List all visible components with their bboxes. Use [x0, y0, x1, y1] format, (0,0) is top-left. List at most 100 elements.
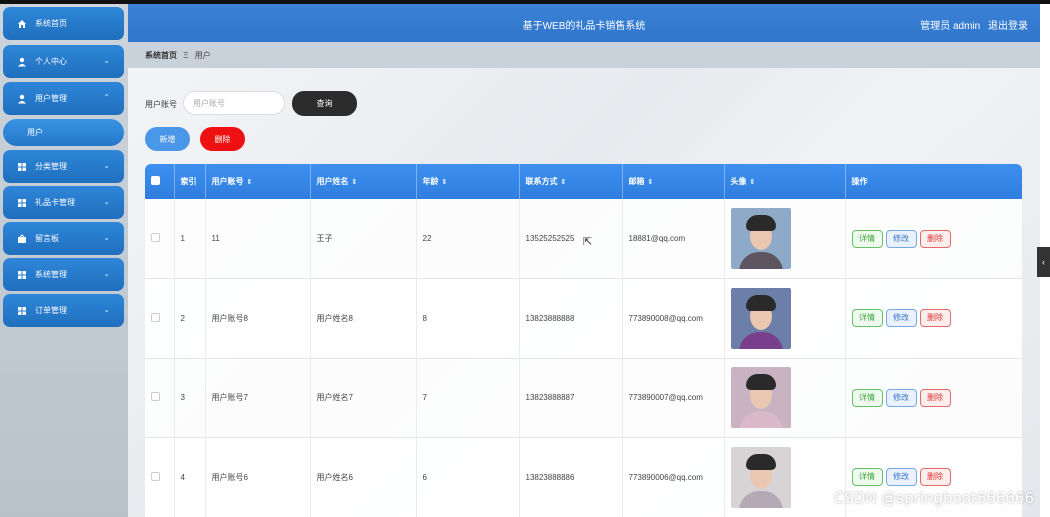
avatar-hair [745, 294, 776, 311]
cell-avatar [724, 437, 846, 517]
edit-button[interactable]: 修改 [885, 229, 917, 248]
cell-age: 22 [416, 199, 520, 279]
table-header-row: 索引 用户账号 ⇕ 用户姓名 ⇕ 年龄 ⇕ 联系方式 ⇕ 邮箱 ⇕ 头像 ⇕ 操作 [145, 164, 1022, 199]
cell-phone: 13823888887 [519, 358, 623, 438]
sidebar-item-orders[interactable]: 订单管理 ⌄ [3, 294, 124, 327]
logout-link[interactable]: 退出登录 [988, 21, 1028, 32]
breadcrumb-current: 用户 [194, 51, 211, 60]
user-icon [17, 94, 27, 104]
breadcrumb-home[interactable]: 系统首页 [145, 51, 177, 60]
cell-index: 4 [174, 437, 206, 517]
sort-icon[interactable]: ⇕ [750, 179, 756, 186]
sidebar-item-messageboard[interactable]: 留言板 ⌄ [3, 222, 124, 255]
cell-email: 773890008@qq.com [622, 278, 725, 358]
row-delete-button[interactable]: 删除 [919, 468, 951, 487]
home-icon [17, 19, 27, 29]
select-all-cell[interactable] [145, 164, 175, 199]
cell-account: 用户账号7 [205, 358, 311, 438]
cell-phone: 13823888888 [519, 278, 623, 358]
cell-phone: 13823888886 [519, 437, 623, 517]
main-content: 用户账号 查询 新增 删除 索引 用户账号⇕ 用户姓名⇕ 年龄⇕ 联系方式⇕ 邮… [128, 68, 1040, 517]
avatar-body [738, 411, 783, 429]
cell-account: 11 [205, 199, 311, 279]
app-frame: 系统首页 个人中心 ⌄ 用户管理 ⌃ 用户 分类管理 ⌄ 礼品卡管理 ⌄ 留言板… [0, 4, 1040, 517]
detail-button[interactable]: 详情 [851, 388, 883, 407]
sort-icon[interactable]: ⇕ [648, 179, 654, 186]
detail-button[interactable]: 详情 [851, 468, 883, 487]
row-select-cell[interactable] [145, 358, 175, 438]
chevron-down-icon: ⌄ [103, 56, 110, 65]
sort-icon[interactable]: ⇕ [442, 179, 448, 186]
sidebar-item-label: 系统首页 [35, 19, 67, 28]
sidebar-item-label: 订单管理 [35, 306, 67, 315]
chevron-down-icon: ⌄ [103, 197, 110, 206]
cell-email: 773890007@qq.com [622, 358, 725, 438]
cell-age: 7 [416, 358, 520, 438]
edit-button[interactable]: 修改 [885, 468, 917, 487]
breadcrumb-separator: Ξ [183, 51, 189, 60]
avatar [730, 367, 791, 429]
sidebar-subitem-user[interactable]: 用户 [3, 119, 124, 146]
avatar [730, 446, 791, 508]
sort-icon[interactable]: ⇕ [352, 179, 358, 186]
edit-button[interactable]: 修改 [885, 388, 917, 407]
row-select-cell[interactable] [145, 437, 175, 517]
cell-operations: 详情 修改 删除 [845, 358, 1022, 438]
cell-age: 8 [416, 278, 520, 358]
chevron-down-icon: ⌄ [103, 305, 110, 314]
column-header: 索引 [174, 164, 206, 199]
column-header[interactable]: 头像 ⇕ [724, 164, 846, 199]
row-checkbox[interactable] [151, 392, 160, 402]
cell-name: 王子 [310, 199, 417, 279]
chevron-down-icon: ⌄ [103, 161, 110, 170]
detail-button[interactable]: 详情 [851, 309, 883, 328]
board-icon [17, 233, 27, 244]
sidebar-item-profile[interactable]: 个人中心 ⌄ [3, 45, 124, 78]
column-header[interactable]: 联系方式 ⇕ [519, 164, 623, 199]
cell-avatar [724, 199, 846, 279]
sort-icon[interactable]: ⇕ [561, 179, 567, 186]
cell-name: 用户姓名6 [310, 437, 417, 517]
column-header[interactable]: 年龄 ⇕ [416, 164, 520, 199]
search-input[interactable] [183, 91, 285, 115]
cell-avatar [724, 278, 846, 358]
cell-phone: 13525252525 [519, 199, 623, 279]
column-header[interactable]: 用户账号 ⇕ [205, 164, 311, 199]
row-checkbox[interactable] [151, 471, 160, 481]
cell-index: 1 [174, 199, 206, 279]
sidebar-subitem-label: 用户 [27, 128, 43, 137]
query-button[interactable]: 查询 [292, 91, 357, 116]
detail-button[interactable]: 详情 [851, 229, 883, 248]
column-header: 操作 [851, 177, 868, 186]
row-delete-button[interactable]: 删除 [919, 229, 951, 248]
search-label: 用户账号 [145, 100, 177, 109]
column-header[interactable]: 用户姓名 ⇕ [310, 164, 417, 199]
sidebar-item-users[interactable]: 用户管理 ⌃ [3, 82, 124, 115]
column-header[interactable]: 邮箱 ⇕ [622, 164, 725, 199]
app-title: 基于WEB的礼品卡销售系统 [522, 21, 646, 32]
row-delete-button[interactable]: 删除 [919, 388, 951, 407]
sidebar-item-label: 用户管理 [35, 94, 67, 103]
breadcrumb: 系统首页 Ξ 用户 [128, 42, 1040, 68]
sort-icon[interactable]: ⇕ [247, 179, 253, 186]
chevron-down-icon: ⌄ [103, 233, 110, 242]
sidebar-item-home[interactable]: 系统首页 [3, 7, 124, 40]
chevron-down-icon: ⌄ [103, 269, 110, 278]
add-button[interactable]: 新增 [145, 127, 190, 151]
row-select-cell[interactable] [145, 278, 175, 358]
row-delete-button[interactable]: 删除 [919, 309, 951, 328]
row-checkbox[interactable] [151, 233, 160, 242]
edit-button[interactable]: 修改 [885, 309, 917, 328]
sidebar: 系统首页 个人中心 ⌄ 用户管理 ⌃ 用户 分类管理 ⌄ 礼品卡管理 ⌄ 留言板… [0, 4, 128, 517]
sidebar-item-category[interactable]: 分类管理 ⌄ [3, 150, 124, 183]
delete-button[interactable]: 删除 [200, 127, 245, 151]
row-select-cell[interactable] [145, 199, 175, 279]
grid-icon [17, 162, 27, 172]
select-all-checkbox[interactable] [151, 176, 160, 185]
row-checkbox[interactable] [151, 312, 160, 322]
watermark: CSDN @springboot666666 [833, 489, 1034, 507]
sidebar-item-system[interactable]: 系统管理 ⌄ [3, 258, 124, 291]
sidebar-item-giftcard[interactable]: 礼品卡管理 ⌄ [3, 186, 124, 219]
collapse-tab-chevron-left-icon[interactable]: ‹ [1037, 247, 1050, 277]
avatar-body [738, 252, 783, 269]
